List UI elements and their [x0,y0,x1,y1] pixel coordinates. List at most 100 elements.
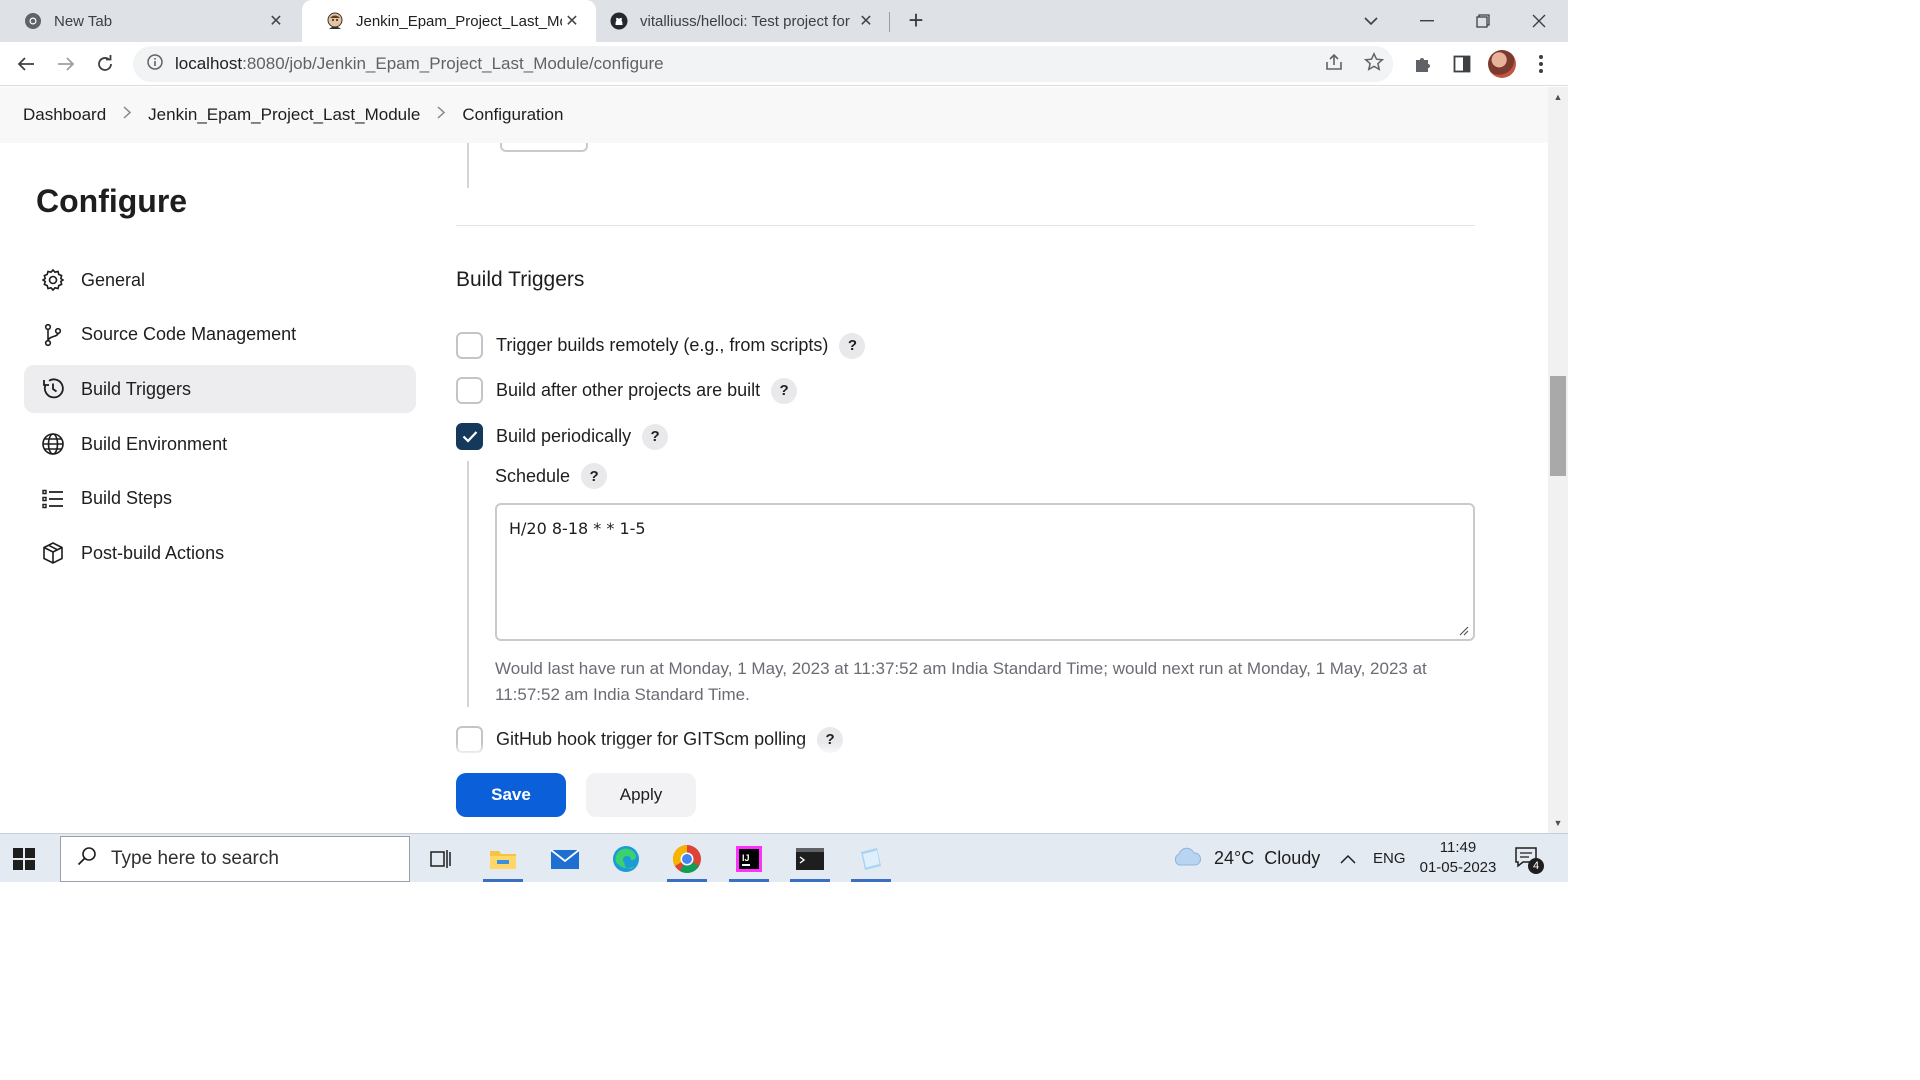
chevron-right-icon [123,106,132,124]
taskbar-search-input[interactable]: Type here to search [60,836,410,882]
minimize-button[interactable] [1399,0,1455,42]
back-arrow-icon[interactable] [12,50,40,78]
apply-button[interactable]: Apply [586,773,696,817]
sidebar-item-general[interactable]: General [24,256,416,304]
search-placeholder: Type here to search [111,848,279,869]
reload-icon[interactable] [91,50,119,78]
chevron-up-icon[interactable] [1340,834,1356,883]
close-icon[interactable]: ✕ [856,11,876,31]
restore-button[interactable] [1455,0,1511,42]
sidebar-item-label: General [81,269,146,290]
chrome-icon [24,12,42,30]
close-icon[interactable]: ✕ [562,11,582,31]
trigger-build-periodically[interactable]: Build periodically ? [456,423,669,450]
help-icon[interactable]: ? [839,332,866,359]
tab-jenkins[interactable]: Jenkin_Epam_Project_Last_Module ✕ [302,0,596,42]
schedule-label: Schedule ? [495,463,608,489]
chevron-right-icon [437,106,446,124]
sidebar-item-label: Build Triggers [81,378,192,399]
scroll-down-arrow-icon[interactable]: ▼ [1548,815,1568,831]
trigger-remote[interactable]: Trigger builds remotely (e.g., from scri… [456,332,866,359]
page-content: Configure General Source Code Management… [0,143,1548,833]
sidebar-item-source-code-management[interactable]: Source Code Management [24,311,416,359]
bookmark-star-icon[interactable] [1363,52,1385,77]
notification-count-badge: 4 [1528,858,1544,874]
checkbox[interactable] [456,377,483,404]
weather-condition: Cloudy [1264,848,1321,868]
file-explorer-icon[interactable] [475,836,531,882]
terminal-icon[interactable] [782,836,838,882]
input-language[interactable]: ENG [1373,834,1406,883]
browser-tab-strip: New Tab ✕ Jenkin_Epam_Project_Last_Modul… [0,0,1568,42]
schedule-value: H/20 8-18 * * 1-5 [509,519,646,538]
trigger-after-other-projects[interactable]: Build after other projects are built ? [456,377,798,404]
weather-temperature: 24°C [1214,848,1255,868]
edge-browser-icon[interactable] [598,836,654,882]
notepad-icon[interactable] [843,836,899,882]
checkbox[interactable] [456,332,483,359]
tab-new-tab[interactable]: New Tab ✕ [0,0,300,42]
windows-start-icon[interactable] [10,846,38,872]
extensions-puzzle-icon[interactable] [1410,51,1436,77]
task-view-icon[interactable] [413,836,469,882]
section-divider [456,225,1475,226]
help-icon[interactable]: ? [581,463,608,489]
checkmark-icon [462,431,477,443]
mail-icon[interactable] [537,836,593,882]
breadcrumb-job[interactable]: Jenkin_Epam_Project_Last_Module [148,105,420,125]
globe-icon [40,431,66,457]
help-icon[interactable]: ? [771,377,798,404]
sidebar-item-post-build-actions[interactable]: Post-build Actions [24,529,416,577]
new-tab-button[interactable]: + [902,6,930,34]
tab-search-chevron-icon[interactable] [1343,0,1399,42]
address-bar[interactable]: localhost:8080/job/Jenkin_Epam_Project_L… [133,46,1393,82]
info-icon[interactable] [147,53,163,75]
schedule-indent-line [467,461,469,707]
close-window-button[interactable] [1511,0,1567,42]
github-icon [610,12,628,30]
bottom-button-bar [0,743,1548,833]
previous-section-box [500,143,588,152]
system-clock[interactable]: 11:49 01-05-2023 [1418,838,1498,878]
schedule-label-text: Schedule [495,465,571,486]
trigger-label: Trigger builds remotely (e.g., from scri… [496,335,829,355]
gear-icon [40,267,66,293]
profile-avatar[interactable] [1488,50,1516,78]
tab-title: vitalliuss/helloci: Test project for [640,12,850,30]
svg-text:IJ: IJ [742,853,750,863]
sidebar-item-label: Build Environment [81,433,228,454]
breadcrumb-dashboard[interactable]: Dashboard [23,105,106,125]
scrollbar-thumb[interactable] [1550,376,1566,476]
checkbox-checked[interactable] [456,423,483,450]
side-panel-icon[interactable] [1449,51,1475,77]
list-icon [40,486,66,512]
save-button[interactable]: Save [456,773,566,817]
close-icon[interactable]: ✕ [266,11,286,31]
tab-github[interactable]: vitalliuss/helloci: Test project for ✕ [586,0,890,42]
share-icon[interactable] [1324,52,1344,77]
forward-arrow-icon[interactable] [52,50,80,78]
weather-widget[interactable]: 24°C Cloudy [1172,846,1320,871]
sidebar-item-build-steps[interactable]: Build Steps [24,475,416,523]
breadcrumb-configuration[interactable]: Configuration [462,105,563,125]
sidebar-item-build-triggers[interactable]: Build Triggers [24,365,416,414]
search-icon [77,846,97,872]
url-host: localhost [175,54,243,73]
menu-kebab-icon[interactable] [1528,51,1554,77]
section-indent-line [467,143,469,188]
chrome-browser-icon[interactable] [659,836,715,882]
trigger-label: Build after other projects are built [496,380,761,400]
scroll-up-arrow-icon[interactable]: ▲ [1548,89,1568,105]
schedule-info-text: Would last have run at Monday, 1 May, 20… [495,659,1427,704]
tab-title: New Tab [54,12,113,30]
package-icon [40,540,66,566]
tab-separator [889,12,890,32]
schedule-textarea[interactable]: H/20 8-18 * * 1-5 [495,503,1475,641]
resize-grip-icon[interactable] [1459,626,1469,636]
help-icon[interactable]: ? [642,423,669,450]
jenkins-icon [326,12,344,30]
sidebar-item-build-environment[interactable]: Build Environment [24,420,416,468]
browser-toolbar: localhost:8080/job/Jenkin_Epam_Project_L… [0,42,1568,86]
sidebar-item-label: Post-build Actions [81,542,225,563]
intellij-icon[interactable]: IJ [721,836,777,882]
